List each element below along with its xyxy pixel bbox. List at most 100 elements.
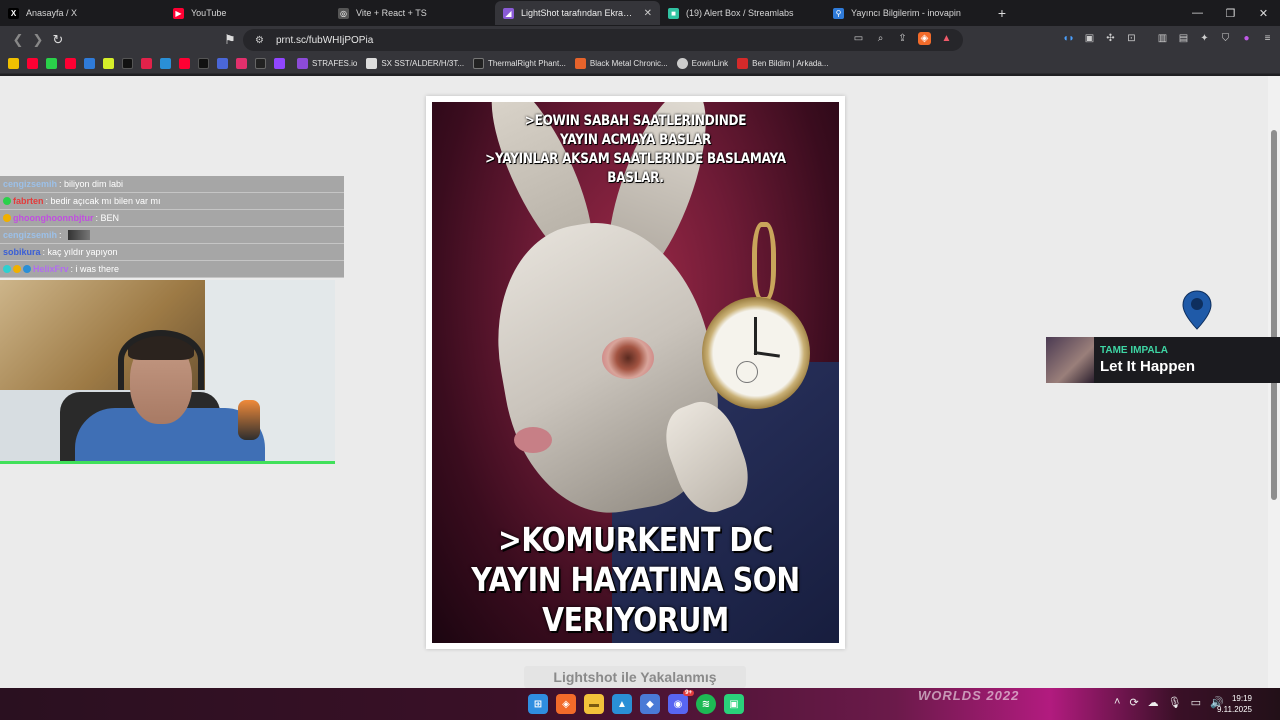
badge-icon <box>23 265 31 273</box>
bookmark-favicon[interactable] <box>27 58 38 69</box>
sidebar-icon[interactable]: ▥ <box>1156 32 1169 45</box>
screenshot-icon[interactable]: ⊡ <box>1125 32 1138 45</box>
bookmark-favicon[interactable] <box>160 58 171 69</box>
vpn-shield-icon[interactable]: ⛉ <box>1219 32 1232 45</box>
lightshot-icon: ◢ <box>503 7 514 19</box>
maximize-button[interactable]: ❐ <box>1214 0 1247 26</box>
bookmark-black-metal[interactable]: Black Metal Chronic... <box>574 58 668 69</box>
network-icon[interactable]: ▭ <box>1191 696 1201 709</box>
brave-shield-icon[interactable]: ◈ <box>918 32 931 45</box>
chat-text: : bedir açıcak mı bilen var mı <box>45 196 161 206</box>
meme-image[interactable]: >EOWIN SABAH SAATLERINDINDE YAYIN ACMAYA… <box>432 102 839 643</box>
bookmark-favicon[interactable] <box>236 58 247 69</box>
reload-button[interactable]: ↻ <box>48 30 68 50</box>
bookmark-favicon[interactable] <box>103 58 114 69</box>
bookmark-ben-bildim[interactable]: Ben Bildim | Arkada... <box>737 58 828 69</box>
cast-icon[interactable]: ▭ <box>852 32 865 45</box>
sound-wave-icon[interactable]: ◖◗ <box>1062 32 1075 45</box>
mic-icon[interactable]: 🎙 <box>1168 696 1182 709</box>
toolbar-extensions: ◖◗ ▣ ✣ ⊡ ▥ ▤ ✦ ⛉ ● ≡ <box>1062 32 1274 45</box>
app-icon[interactable]: ◆ <box>640 694 660 714</box>
zoom-icon[interactable]: ⌕ <box>874 32 887 45</box>
rabbit-nose <box>514 427 552 453</box>
lightshot-caption: Lightshot ile Yakalanmış Görüntü <box>524 666 746 688</box>
file-explorer-icon[interactable]: ▬ <box>584 694 604 714</box>
back-button[interactable]: ❮ <box>8 30 28 50</box>
terminal-icon[interactable]: ▣ <box>724 694 744 714</box>
badge-icon <box>3 197 11 205</box>
bookmark-favicon[interactable] <box>198 58 209 69</box>
bookmark-favicon[interactable] <box>122 58 133 69</box>
chat-username: cengizsemih <box>3 230 58 240</box>
tab-x-home[interactable]: X Anasayfa / X <box>0 1 165 25</box>
bookmark-favicon[interactable] <box>65 58 76 69</box>
brave-rewards-icon[interactable]: ▲ <box>940 32 953 45</box>
chat-username: sobikura <box>3 247 41 257</box>
share-icon[interactable]: ⇪ <box>896 32 909 45</box>
bookmark-page-icon[interactable]: ⚑ <box>220 30 240 50</box>
notification-badge: 9+ <box>683 690 694 696</box>
chat-username: fabrten <box>13 196 44 206</box>
tab-youtube[interactable]: ▶ YouTube <box>165 1 330 25</box>
tab-vite[interactable]: ◎ Vite + React + TS <box>330 1 495 25</box>
tab-streamlabs[interactable]: ■ (19) Alert Box / Streamlabs <box>660 1 825 25</box>
chat-message: HelixFrv : i was there <box>0 261 344 278</box>
chat-text: : <box>59 230 62 240</box>
bookmark-favicon[interactable] <box>217 58 228 69</box>
tab-label: Anasayfa / X <box>26 8 78 18</box>
wallet-icon[interactable]: ▤ <box>1177 32 1190 45</box>
spotify-icon[interactable]: ≋ <box>696 694 716 714</box>
bookmark-favicon[interactable] <box>274 58 285 69</box>
chat-text: : i was there <box>70 264 120 274</box>
taskbar-apps: ⊞ ◈ ▬ ▲ ◆ ◉ 9+ ≋ ▣ <box>528 690 744 714</box>
chat-message: sobikura : kaç yıldır yapıyon <box>0 244 344 261</box>
album-art <box>1046 337 1094 383</box>
screenshot-frame: >EOWIN SABAH SAATLERINDINDE YAYIN ACMAYA… <box>426 96 845 649</box>
discord-icon[interactable]: ◉ 9+ <box>668 690 694 714</box>
profile-icon[interactable]: ● <box>1240 32 1253 45</box>
bookmark-thermalright[interactable]: ThermalRight Phant... <box>473 58 566 69</box>
tab-inovapin[interactable]: ⚲ Yayıncı Bilgilerim - inovapin <box>825 1 990 25</box>
close-button[interactable]: ✕ <box>1247 0 1280 26</box>
cloud-icon[interactable]: ☁ <box>1148 696 1159 709</box>
bookmark-favicon[interactable] <box>84 58 95 69</box>
windows-start-icon[interactable]: ⊞ <box>528 694 548 714</box>
bookmark-favicon[interactable] <box>46 58 57 69</box>
site-settings-icon[interactable]: ⚙ <box>253 34 266 47</box>
taskbar-clock[interactable]: 19:19 9.11.2025 <box>1217 693 1252 715</box>
leo-ai-icon[interactable]: ✦ <box>1198 32 1211 45</box>
minimize-button[interactable]: — <box>1181 0 1214 26</box>
badge-icon <box>3 265 11 273</box>
close-tab-icon[interactable]: ✕ <box>644 8 652 19</box>
bookmark-strafes[interactable]: STRAFES.io <box>297 58 357 69</box>
location-icon: ⚲ <box>833 7 844 19</box>
menu-icon[interactable]: ≡ <box>1261 32 1274 45</box>
chat-message: fabrten : bedir açıcak mı bilen var mı <box>0 193 344 210</box>
photos-icon[interactable]: ▲ <box>612 694 632 714</box>
tab-label: Vite + React + TS <box>356 8 427 18</box>
chevron-up-icon[interactable]: ˄ <box>1114 696 1120 709</box>
meme-top-caption: >EOWIN SABAH SAATLERINDINDE YAYIN ACMAYA… <box>485 113 786 186</box>
tab-lightshot[interactable]: ◢ LightShot tarafından Ekran Görü ✕ <box>495 1 660 25</box>
extension-box-icon[interactable]: ▣ <box>1083 32 1096 45</box>
bookmark-favicon[interactable] <box>255 58 266 69</box>
rabbit-eye <box>602 337 654 379</box>
scrollbar-thumb[interactable] <box>1271 130 1277 500</box>
system-tray: ˄ ⟳ ☁ 🎙 ▭ 🔊 <box>1114 696 1224 709</box>
bookmark-favicon[interactable] <box>179 58 190 69</box>
new-tab-button[interactable]: + <box>990 5 1014 21</box>
tab-label: YouTube <box>191 8 227 18</box>
forward-button[interactable]: ❯ <box>28 30 48 50</box>
url-text[interactable]: prnt.sc/fubWHIjPOPia <box>276 35 373 46</box>
bookmark-favicon[interactable] <box>141 58 152 69</box>
chat-message: cengizsemih : biliyon dim labi <box>0 176 344 193</box>
puzzle-icon[interactable]: ✣ <box>1104 32 1117 45</box>
address-bar[interactable]: ⚙ prnt.sc/fubWHIjPOPia ▭ ⌕ ⇪ ◈ ▲ <box>243 29 963 51</box>
bookmark-favicon[interactable] <box>8 58 19 69</box>
wallpaper-text: WORLDS 2022 <box>918 688 1020 703</box>
bookmark-sx-sst[interactable]: SX SST/ALDER/H/3T... <box>366 58 464 69</box>
track-artist: TAME IMPALA <box>1100 345 1168 356</box>
sync-icon[interactable]: ⟳ <box>1129 696 1138 709</box>
bookmark-eowinlink[interactable]: EowinLink <box>676 58 728 69</box>
brave-browser-icon[interactable]: ◈ <box>556 694 576 714</box>
